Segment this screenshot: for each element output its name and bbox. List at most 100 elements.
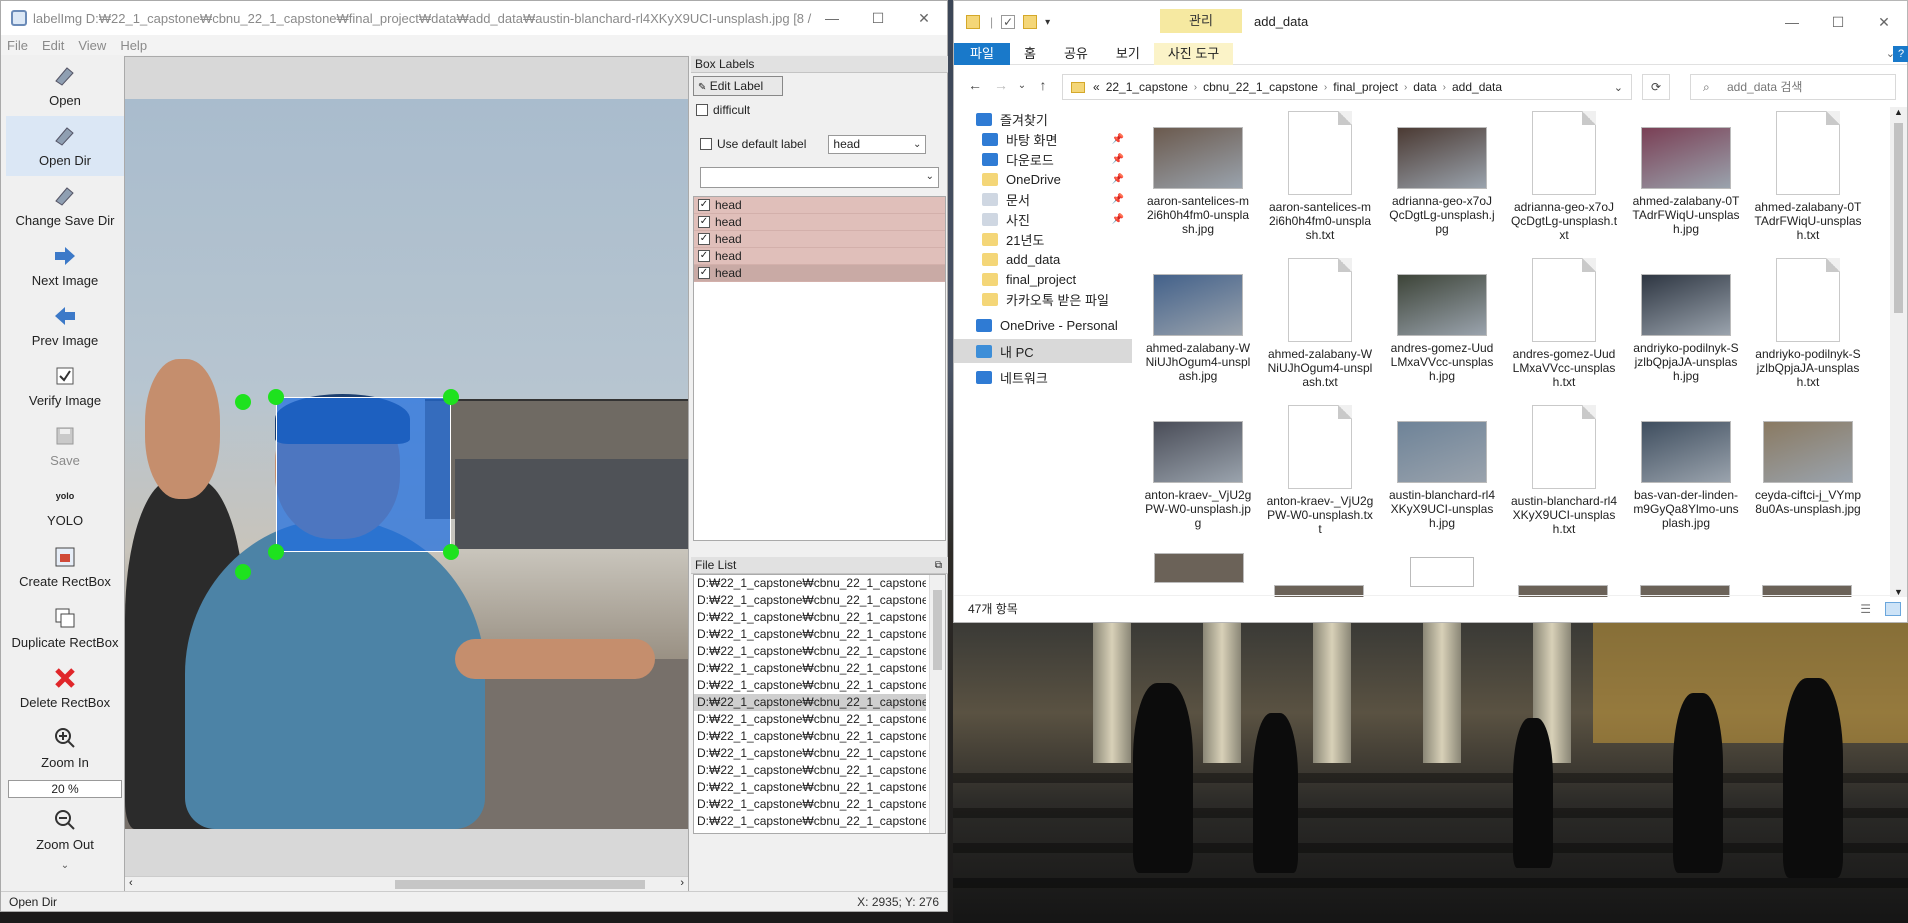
text-file-tile[interactable]: andres-gomez-UudLMxaVVcc-unsplash.txt <box>1510 254 1618 389</box>
chevron-right-icon[interactable]: › <box>1194 82 1197 93</box>
file-list-item[interactable]: D:₩22_1_capstone₩cbnu_22_1_capstone₩fina… <box>694 813 926 830</box>
bbox-handle-bottom-right[interactable] <box>443 544 459 560</box>
label-list[interactable]: ✓ head ✓ head ✓ head ✓ head ✓ head <box>693 196 946 541</box>
menu-edit[interactable]: Edit <box>42 38 64 53</box>
breadcrumb-item[interactable]: cbnu_22_1_capstone <box>1203 80 1318 94</box>
text-file-tile[interactable]: anton-kraev-_VjU2gPW-W0-unsplash.txt <box>1266 401 1374 536</box>
quick-access-dropdown-icon[interactable]: ▾ <box>1045 17 1050 28</box>
label-item-selected[interactable]: ✓ head <box>694 265 945 282</box>
bbox-handle-top-right[interactable] <box>443 389 459 405</box>
file-list-item[interactable]: D:₩22_1_capstone₩cbnu_22_1_capstone₩fina… <box>694 779 926 796</box>
recent-dropdown-icon[interactable]: ⌄ <box>1014 80 1030 91</box>
forward-arrow-icon[interactable]: → <box>988 77 1014 93</box>
scroll-left-icon[interactable]: ‹ <box>129 877 133 889</box>
nav-item[interactable]: 내 PC <box>954 339 1132 363</box>
text-file-tile[interactable]: ahmed-zalabany-WNiUJhOgum4-unsplash.txt <box>1266 254 1374 389</box>
breadcrumb-item[interactable]: final_project <box>1333 80 1398 94</box>
tab-manage[interactable]: 관리 <box>1160 9 1242 33</box>
breadcrumb-item[interactable]: add_data <box>1452 80 1502 94</box>
undock-icon[interactable]: ⧉ <box>935 557 942 574</box>
toolbar-more-icon[interactable]: ⌄ <box>6 860 124 871</box>
close-button[interactable]: ✕ <box>901 1 947 35</box>
file-list-item[interactable]: D:₩22_1_capstone₩cbnu_22_1_capstone₩fina… <box>694 796 926 813</box>
canvas-horizontal-scrollbar[interactable]: ‹ › <box>125 876 688 892</box>
menu-file[interactable]: File <box>7 38 28 53</box>
minimize-button[interactable]: — <box>1769 1 1815 43</box>
file-list-item[interactable]: D:₩22_1_capstone₩cbnu_22_1_capstone₩fina… <box>694 711 926 728</box>
file-list-item[interactable]: D:₩22_1_capstone₩cbnu_22_1_capstone₩fina… <box>694 609 926 626</box>
partial-file-tile[interactable] <box>1410 557 1474 587</box>
text-file-tile[interactable]: ahmed-zalabany-0TTAdrFWiqU-unsplash.txt <box>1754 107 1862 242</box>
image-file-tile[interactable]: ahmed-zalabany-0TTAdrFWiqU-unsplash.jpg <box>1632 107 1740 236</box>
scroll-thumb[interactable] <box>395 880 645 889</box>
file-list-item-selected[interactable]: D:₩22_1_capstone₩cbnu_22_1_capstone₩fina… <box>694 694 926 711</box>
other-box-handle-bottom[interactable] <box>235 564 251 580</box>
bounding-box[interactable] <box>276 397 451 552</box>
file-list-item[interactable]: D:₩22_1_capstone₩cbnu_22_1_capstone₩fina… <box>694 575 926 592</box>
scroll-right-icon[interactable]: › <box>680 877 684 889</box>
label-item[interactable]: ✓ head <box>694 248 945 265</box>
up-arrow-icon[interactable]: ↑ <box>1030 77 1056 93</box>
zoom-in-button[interactable]: Zoom In <box>6 718 124 778</box>
menu-help[interactable]: Help <box>120 38 147 53</box>
close-button[interactable]: ✕ <box>1861 1 1907 43</box>
verify-image-button[interactable]: Verify Image <box>6 356 124 416</box>
label-checkbox[interactable]: ✓ <box>698 250 710 262</box>
change-save-dir-button[interactable]: Change Save Dir <box>6 176 124 236</box>
chevron-right-icon[interactable]: › <box>1404 82 1407 93</box>
breadcrumb-item[interactable]: 22_1_capstone <box>1106 80 1188 94</box>
label-item[interactable]: ✓ head <box>694 214 945 231</box>
prev-image-button[interactable]: Prev Image <box>6 296 124 356</box>
open-button[interactable]: Open <box>6 56 124 116</box>
address-bar[interactable]: « 22_1_capstone › cbnu_22_1_capstone › fin… <box>1062 74 1632 100</box>
text-file-tile[interactable]: andriyko-podilnyk-SjzlbQpjaJA-unsplash.t… <box>1754 254 1862 389</box>
tab-home[interactable]: 홈 <box>1010 43 1050 65</box>
default-label-combo[interactable]: head ⌄ <box>828 134 927 154</box>
address-dropdown-icon[interactable]: ⌄ <box>1614 81 1623 94</box>
image-file-tile[interactable]: anton-kraev-_VjU2gPW-W0-unsplash.jpg <box>1144 401 1252 530</box>
image-file-tile[interactable]: aaron-santelices-m2i6h0h4fm0-unsplash.jp… <box>1144 107 1252 236</box>
label-checkbox[interactable]: ✓ <box>698 233 710 245</box>
image-file-tile[interactable]: andriyko-podilnyk-SjzlbQpjaJA-unsplash.j… <box>1632 254 1740 383</box>
minimize-button[interactable]: — <box>809 1 855 35</box>
next-image-button[interactable]: Next Image <box>6 236 124 296</box>
image-file-tile[interactable]: andres-gomez-UudLMxaVVcc-unsplash.jpg <box>1388 254 1496 383</box>
file-list-item[interactable]: D:₩22_1_capstone₩cbnu_22_1_capstone₩fina… <box>694 643 926 660</box>
nav-item[interactable]: 카카오톡 받은 파일 <box>954 287 1132 311</box>
use-default-label-checkbox[interactable] <box>700 138 712 150</box>
label-item[interactable]: ✓ head <box>694 197 945 214</box>
image-file-tile[interactable]: bas-van-der-linden-m9GyQa8Ylmo-unsplash.… <box>1632 401 1740 530</box>
refresh-icon[interactable]: ⟳ <box>1642 74 1670 100</box>
new-folder-icon[interactable] <box>1023 15 1038 29</box>
scroll-up-icon[interactable]: ▲ <box>1894 107 1903 117</box>
text-file-tile[interactable]: aaron-santelices-m2i6h0h4fm0-unsplash.tx… <box>1266 107 1374 242</box>
back-arrow-icon[interactable]: ← <box>962 77 988 93</box>
delete-rectbox-button[interactable]: Delete RectBox <box>6 658 124 718</box>
partial-file-tile[interactable] <box>1154 553 1244 583</box>
save-button[interactable]: Save <box>6 416 124 476</box>
nav-item[interactable]: 네트워크 <box>954 365 1132 389</box>
file-list-item[interactable]: D:₩22_1_capstone₩cbnu_22_1_capstone₩fina… <box>694 677 926 694</box>
image-file-tile[interactable]: ahmed-zalabany-WNiUJhOgum4-unsplash.jpg <box>1144 254 1252 383</box>
edit-label-button[interactable]: ✎ Edit Label <box>693 76 783 96</box>
large-icons-view-icon[interactable] <box>1885 602 1901 616</box>
file-grid-scrollbar[interactable]: ▲ ▼ <box>1890 107 1907 597</box>
label-item[interactable]: ✓ head <box>694 231 945 248</box>
label-checkbox[interactable]: ✓ <box>698 216 710 228</box>
file-list-item[interactable]: D:₩22_1_capstone₩cbnu_22_1_capstone₩fina… <box>694 762 926 779</box>
properties-icon[interactable]: ✓ <box>1001 15 1016 29</box>
file-list-scrollbar[interactable] <box>929 575 945 833</box>
chevron-right-icon[interactable]: › <box>1324 82 1327 93</box>
bbox-handle-bottom-left[interactable] <box>268 544 284 560</box>
other-box-handle-top[interactable] <box>235 394 251 410</box>
chevron-right-icon[interactable]: › <box>1443 82 1446 93</box>
image-file-tile[interactable]: austin-blanchard-rl4XKyX9UCI-unsplash.jp… <box>1388 401 1496 530</box>
search-input[interactable]: ⌕ add_data 검색 <box>1690 74 1896 100</box>
nav-item[interactable]: OneDrive - Personal <box>954 313 1132 337</box>
duplicate-rectbox-button[interactable]: Duplicate RectBox <box>6 598 124 658</box>
difficult-row[interactable]: difficult <box>691 99 948 121</box>
scroll-thumb[interactable] <box>933 590 942 670</box>
image-file-tile[interactable]: ceyda-ciftci-j_VYmp8u0As-unsplash.jpg <box>1754 401 1862 516</box>
details-view-icon[interactable]: ☰ <box>1860 596 1871 623</box>
text-file-tile[interactable]: adrianna-geo-x7oJQcDgtLg-unsplash.txt <box>1510 107 1618 242</box>
